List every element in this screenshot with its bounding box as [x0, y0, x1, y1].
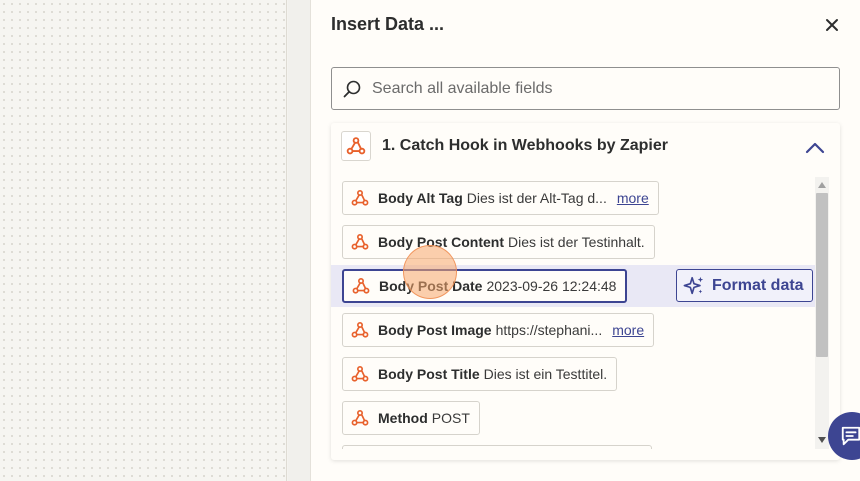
chevron-up-icon	[805, 142, 825, 154]
format-data-label: Format data	[712, 276, 804, 294]
scroll-thumb[interactable]	[816, 193, 828, 357]
format-data-button[interactable]: Format data	[676, 269, 813, 302]
scrollbar[interactable]	[815, 177, 829, 449]
chat-icon	[841, 426, 860, 446]
search-field[interactable]	[331, 67, 840, 110]
field-key: Method	[378, 410, 428, 426]
search-icon	[343, 80, 361, 97]
triangle-down-icon	[818, 437, 826, 443]
field-row: Body Alt Tag Dies ist der Alt-Tag d... m…	[331, 177, 815, 219]
field-value: POST	[431, 410, 470, 426]
field-key: Body Alt Tag	[378, 190, 463, 206]
field-row: Body Post Content Dies ist der Testinhal…	[331, 221, 815, 263]
fields-panel: 1. Catch Hook in Webhooks by Zapier Body…	[331, 123, 840, 460]
search-input[interactable]	[372, 79, 812, 98]
field-value: 2023-09-26 12:24:48	[486, 278, 617, 294]
app-tile	[341, 131, 371, 161]
scroll-up-arrow[interactable]	[818, 181, 826, 189]
webhook-icon	[351, 366, 369, 382]
webhook-icon	[351, 190, 369, 206]
field-value: Dies ist der Testinhalt.	[508, 234, 645, 250]
close-button[interactable]	[821, 14, 843, 36]
field-chip-body-alt-tag[interactable]: Body Alt Tag Dies ist der Alt-Tag d... m…	[342, 181, 659, 215]
field-value: Dies ist der Alt-Tag d...	[466, 190, 607, 206]
field-list: Body Alt Tag Dies ist der Alt-Tag d... m…	[331, 177, 815, 449]
webhook-icon	[351, 322, 369, 338]
field-value: Dies ist ein Testtitel.	[483, 366, 608, 382]
field-chip-body-post-image[interactable]: Body Post Image https://stephani... more	[342, 313, 655, 347]
field-key: Body Post Title	[378, 366, 480, 382]
close-icon	[826, 19, 838, 31]
webhook-icon	[346, 137, 366, 155]
zap-editor-canvas	[0, 0, 287, 481]
collapse-button[interactable]	[803, 139, 827, 157]
sparkle-icon	[683, 276, 704, 294]
field-chip-method[interactable]: Method POST	[342, 401, 480, 435]
field-row: Body Post Image https://stephani... more	[331, 309, 815, 351]
webhook-icon	[351, 234, 369, 250]
field-row: Method POST	[331, 397, 815, 439]
field-key: Body Post Image	[378, 322, 492, 338]
more-link[interactable]: more	[612, 322, 644, 338]
triangle-up-icon	[818, 182, 826, 188]
dialog-title: Insert Data ...	[331, 14, 445, 34]
insert-data-dialog: Insert Data ... Search all available fie…	[310, 0, 860, 481]
field-row: Body Post Title Dies ist ein Testtitel.	[331, 353, 815, 395]
field-chip-body-post-content[interactable]: Body Post Content Dies ist der Testinhal…	[342, 225, 655, 259]
field-chip-partial[interactable]	[342, 445, 652, 449]
step-group-header[interactable]: 1. Catch Hook in Webhooks by Zapier	[331, 123, 840, 169]
field-value: https://stephani...	[495, 322, 603, 338]
scroll-down-arrow[interactable]	[818, 436, 826, 444]
webhook-icon	[352, 278, 370, 294]
more-link[interactable]: more	[617, 190, 649, 206]
field-row-partial	[331, 441, 815, 449]
field-chip-body-post-date[interactable]: Body Post Date 2023-09-26 12:24:48	[342, 269, 628, 303]
webhook-icon	[351, 410, 369, 426]
field-chip-body-post-title[interactable]: Body Post Title Dies ist ein Testtitel.	[342, 357, 618, 391]
click-indicator	[403, 245, 457, 299]
step-group-title: 1. Catch Hook in Webhooks by Zapier	[382, 137, 668, 154]
